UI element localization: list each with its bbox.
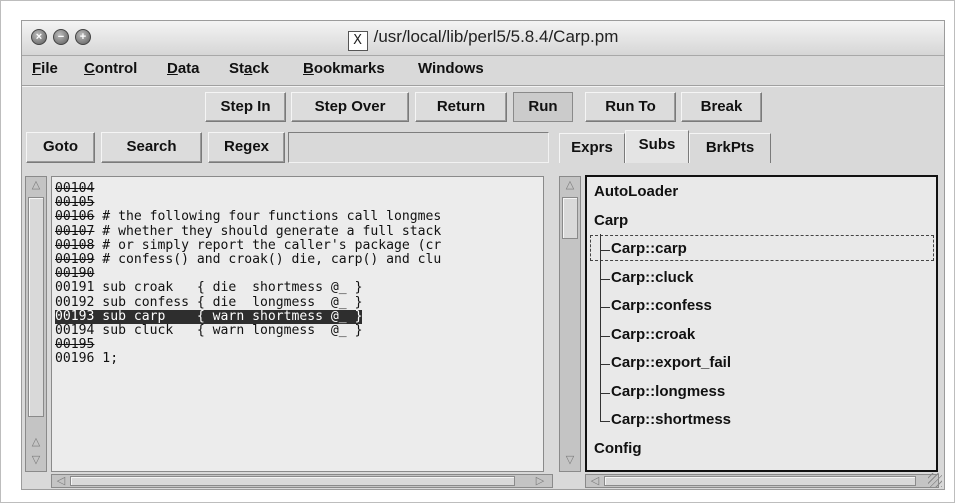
subs-horizontal-scrollbar[interactable]: ◁ [585, 474, 939, 488]
tree-item-sub[interactable]: Carp::cluck [611, 269, 694, 286]
tree-connector [600, 421, 610, 422]
code-vertical-scrollbar[interactable]: △ △ ▽ [25, 176, 47, 472]
subs-hscroll-thumb[interactable] [604, 476, 916, 486]
resize-grip-icon[interactable] [928, 473, 942, 487]
run-button[interactable]: Run [513, 92, 573, 122]
return-button[interactable]: Return [415, 92, 507, 122]
line-number: 00194 [55, 323, 95, 338]
tree-item-sub[interactable]: Carp::confess [611, 297, 712, 314]
line-number: 00106 [55, 209, 95, 225]
line-text: sub croak { die shortmess @_ } [94, 280, 363, 296]
tab-subs[interactable]: Subs [625, 130, 689, 163]
line-text: # confess() and croak() die, carp() and … [94, 252, 442, 267]
source-code-view[interactable]: 00104 00105 00106 # the following four fun… [51, 176, 544, 472]
scroll-up-icon[interactable]: △ [28, 178, 44, 192]
window-title: /usr/local/lib/perl5/5.8.4/Carp.pm [373, 27, 619, 46]
regex-button[interactable]: Regex [208, 132, 285, 163]
tree-connector [600, 364, 610, 365]
tab-exprs[interactable]: Exprs [559, 133, 625, 163]
line-text: 1; [94, 351, 119, 367]
title-bar: × − + X/usr/local/lib/perl5/5.8.4/Carp.p… [22, 21, 944, 56]
tree-connector [600, 335, 610, 337]
step-in-button[interactable]: Step In [205, 92, 286, 122]
debugger-window: × − + X/usr/local/lib/perl5/5.8.4/Carp.p… [21, 20, 945, 490]
menu-data[interactable]: Data [167, 60, 200, 77]
step-over-button[interactable]: Step Over [291, 92, 409, 122]
line-number: 00195 [55, 337, 95, 353]
code-hscroll-thumb[interactable] [70, 476, 515, 486]
scroll-right-icon[interactable]: ▷ [532, 474, 548, 488]
line-number: 00193 [55, 308, 95, 324]
code-line[interactable]: 00192 sub confess { die longmess @_ } [55, 294, 363, 310]
tab-brkpts[interactable]: BrkPts [689, 133, 771, 163]
tree-connector [600, 392, 610, 394]
line-number: 00108 [55, 237, 95, 253]
x11-icon: X [347, 31, 368, 51]
tree-item-package[interactable]: Carp [594, 212, 628, 229]
subs-scroll-thumb[interactable] [562, 197, 578, 239]
scroll-down-icon[interactable]: ▽ [562, 453, 578, 467]
goto-button[interactable]: Goto [26, 132, 95, 163]
menu-file[interactable]: File [32, 60, 58, 77]
tree-item-package[interactable]: Config [594, 440, 641, 457]
code-horizontal-scrollbar[interactable]: ◁ ▷ [51, 474, 553, 488]
tree-selection-box [590, 235, 934, 261]
line-number: 00196 [55, 351, 95, 367]
subs-vertical-scrollbar[interactable]: △ ▽ [559, 176, 581, 472]
code-line[interactable]: 00196 1; [55, 352, 118, 366]
code-scroll-thumb[interactable] [28, 197, 44, 417]
line-text: # or simply report the caller's package … [94, 237, 442, 253]
line-number: 00192 [55, 294, 95, 310]
menu-bookmarks[interactable]: Bookmarks [303, 60, 385, 77]
code-line[interactable]: 00191 sub croak { die shortmess @_ } [55, 281, 362, 295]
line-number: 00190 [55, 266, 95, 282]
code-line-current[interactable]: 00193 sub carp { warn shortmess @_ } [55, 308, 363, 324]
tree-connector [600, 234, 601, 421]
menu-bar: File Control Data Stack Bookmarks Window… [22, 55, 944, 86]
code-line[interactable]: 00106 # the following four functions cal… [55, 210, 441, 224]
scroll-up-icon[interactable]: △ [562, 178, 578, 192]
line-number: 00191 [55, 280, 95, 296]
tree-item-sub[interactable]: Carp::croak [611, 326, 695, 343]
code-line[interactable]: 00190 [55, 267, 94, 281]
code-line[interactable]: 00195 [55, 338, 94, 352]
line-text: # the following four functions call long… [94, 209, 442, 225]
search-button[interactable]: Search [101, 132, 202, 163]
line-number: 00109 [55, 252, 95, 267]
line-text: # whether they should generate a full st… [94, 223, 442, 239]
search-input[interactable] [288, 132, 549, 163]
line-number: 00105 [55, 195, 95, 211]
tree-item-package[interactable]: AutoLoader [594, 183, 678, 200]
tree-item-sub[interactable]: Carp::longmess [611, 383, 725, 400]
menu-windows[interactable]: Windows [418, 60, 484, 77]
scroll-up-icon[interactable]: △ [28, 435, 44, 449]
line-number: 00104 [55, 181, 95, 196]
break-button[interactable]: Break [681, 92, 762, 122]
scroll-left-icon[interactable]: ◁ [53, 474, 69, 488]
window-title-wrap: X/usr/local/lib/perl5/5.8.4/Carp.pm [22, 27, 944, 51]
code-line[interactable]: 00108 # or simply report the caller's pa… [55, 237, 442, 253]
tree-item-sub[interactable]: Carp::shortmess [611, 411, 731, 428]
line-text: sub carp { warn shortmess @_ } [94, 308, 363, 324]
scroll-left-icon[interactable]: ◁ [587, 474, 603, 488]
subs-tree[interactable]: AutoLoader Carp Carp::carp Carp::cluck Carp:… [585, 175, 938, 472]
code-line[interactable]: 00109 # confess() and croak() die, carp(… [55, 253, 441, 267]
tree-item-sub[interactable]: Carp::export_fail [611, 354, 731, 371]
scroll-down-icon[interactable]: ▽ [28, 453, 44, 467]
line-number: 00107 [55, 223, 95, 239]
code-line[interactable]: 00194 sub cluck { warn longmess @_ } [55, 324, 362, 338]
tree-connector [600, 307, 610, 308]
code-line[interactable]: 00107 # whether they should generate a f… [55, 223, 442, 239]
line-text: sub cluck { warn longmess @_ } [94, 323, 363, 338]
line-text: sub confess { die longmess @_ } [94, 294, 363, 310]
tree-connector [600, 278, 610, 280]
run-to-button[interactable]: Run To [585, 92, 676, 122]
code-line[interactable]: 00104 [55, 182, 94, 196]
code-line[interactable]: 00105 [55, 196, 94, 210]
menu-control[interactable]: Control [84, 60, 137, 77]
menu-stack[interactable]: Stack [229, 60, 269, 77]
